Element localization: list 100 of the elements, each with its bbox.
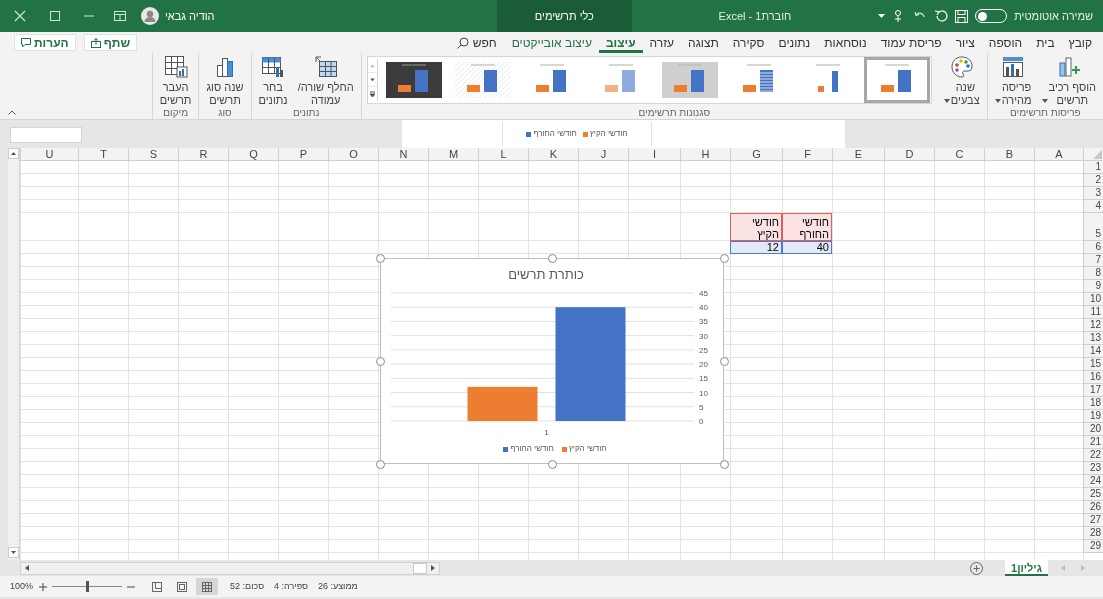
row-header[interactable]: 27	[1083, 514, 1103, 527]
column-header[interactable]: Q	[228, 148, 278, 161]
ribbon-tab[interactable]: עזרה	[642, 32, 682, 53]
row-header[interactable]: 4	[1083, 200, 1103, 213]
ribbon-tab[interactable]: עיצוב אובייקטים	[504, 32, 599, 53]
row-header[interactable]: 22	[1083, 449, 1103, 462]
row-header[interactable]: 20	[1083, 423, 1103, 436]
column-header[interactable]: P	[278, 148, 328, 161]
column-header[interactable]: S	[128, 148, 178, 161]
zoom-slider[interactable]	[52, 581, 123, 592]
column-header[interactable]: H	[680, 148, 730, 161]
column-header[interactable]: N	[378, 148, 428, 161]
resize-handle[interactable]	[719, 459, 729, 469]
avatar-icon[interactable]	[141, 7, 159, 25]
user-name[interactable]: הודיה גבאי	[165, 7, 215, 25]
column-header[interactable]: O	[328, 148, 378, 161]
resize-handle[interactable]	[547, 253, 557, 263]
row-header[interactable]: 5	[1083, 213, 1103, 241]
column-header[interactable]: F	[782, 148, 832, 161]
ribbon-button[interactable]: בחר נתונים	[254, 53, 292, 107]
zoom-slider-thumb[interactable]	[85, 581, 89, 592]
save-icon[interactable]	[955, 9, 969, 23]
share-button[interactable]: שתף	[83, 34, 138, 51]
resize-handle[interactable]	[375, 459, 385, 469]
resize-handle[interactable]	[719, 253, 729, 263]
resize-handle[interactable]	[719, 356, 729, 366]
scroll-left-icon[interactable]	[23, 564, 31, 572]
column-header[interactable]: L	[478, 148, 528, 161]
row-header[interactable]: 12	[1083, 319, 1103, 332]
chart-style-gallery[interactable]	[366, 56, 932, 104]
zoom-level[interactable]: 100%	[10, 579, 34, 594]
close-icon[interactable]	[14, 10, 26, 22]
row-header[interactable]: 23	[1083, 462, 1103, 475]
resize-handle[interactable]	[547, 459, 557, 469]
column-header[interactable]: R	[178, 148, 228, 161]
ribbon-tab[interactable]: הוספה	[981, 32, 1030, 53]
add-sheet-icon[interactable]	[970, 561, 983, 575]
row-header[interactable]: 2	[1083, 174, 1103, 187]
row-header[interactable]: 1	[1083, 161, 1103, 174]
row-header[interactable]: 29	[1083, 540, 1103, 553]
column-header[interactable]: T	[78, 148, 128, 161]
ribbon-button[interactable]: העבר תרשים	[155, 53, 196, 107]
restore-icon[interactable]	[50, 11, 60, 21]
row-header[interactable]: 6	[1083, 241, 1103, 254]
column-header[interactable]: A	[1034, 148, 1083, 161]
scroll-right-icon[interactable]	[429, 564, 437, 572]
row-header[interactable]: 3	[1083, 187, 1103, 200]
row-header[interactable]: 15	[1083, 358, 1103, 371]
ribbon-button[interactable]: הוסף רכיב תרשים	[1037, 53, 1100, 107]
row-header[interactable]: 7	[1083, 254, 1103, 267]
bar[interactable]	[555, 307, 626, 421]
row-header[interactable]: 18	[1083, 397, 1103, 410]
ribbon-button[interactable]: שנה צבעים	[939, 53, 984, 107]
collapse-ribbon-icon[interactable]	[8, 110, 16, 115]
column-header[interactable]: B	[984, 148, 1034, 161]
ribbon-options-icon[interactable]	[114, 11, 126, 21]
column-header[interactable]: J	[578, 148, 628, 161]
ribbon-tab[interactable]: פריסת עמוד	[873, 32, 949, 53]
column-header[interactable]: E	[832, 148, 884, 161]
view-button[interactable]	[196, 578, 219, 595]
resize-handle[interactable]	[375, 356, 385, 366]
column-header[interactable]: D	[884, 148, 934, 161]
resize-handle[interactable]	[375, 253, 385, 263]
row-header[interactable]: 10	[1083, 293, 1103, 306]
vertical-scrollbar[interactable]	[8, 148, 20, 560]
horizontal-scrollbar[interactable]	[20, 561, 440, 575]
row-header[interactable]: 14	[1083, 345, 1103, 358]
row-header[interactable]: 19	[1083, 410, 1103, 423]
row-header[interactable]: 17	[1083, 384, 1103, 397]
ribbon-tab[interactable]: ציור	[948, 32, 982, 53]
ribbon-tab[interactable]: בית	[1029, 32, 1062, 53]
row-header[interactable]: 26	[1083, 501, 1103, 514]
column-header[interactable]: I	[628, 148, 680, 161]
scroll-down-icon[interactable]	[8, 547, 19, 558]
scroll-up-icon[interactable]	[8, 148, 19, 159]
customize-caret-icon[interactable]	[878, 14, 886, 18]
row-header[interactable]: 28	[1083, 527, 1103, 540]
chart-style-option[interactable]	[863, 57, 930, 103]
column-header[interactable]: K	[528, 148, 578, 161]
comments-button[interactable]: הערות	[14, 34, 76, 51]
sheet-tab[interactable]: גיליון1	[1005, 560, 1048, 576]
ribbon-tab[interactable]: קובץ	[1061, 32, 1099, 53]
ribbon-tab[interactable]: תצוגה	[681, 32, 726, 53]
scrollbar-thumb[interactable]	[413, 562, 427, 574]
ribbon-button[interactable]: החלף שורה/ עמודה	[293, 53, 358, 107]
row-header[interactable]: 9	[1083, 280, 1103, 293]
bar[interactable]	[467, 386, 538, 421]
search-button[interactable]: חפש	[448, 33, 505, 52]
column-header[interactable]: U	[20, 148, 78, 161]
row-header[interactable]: 16	[1083, 371, 1103, 384]
row-header[interactable]: 11	[1083, 306, 1103, 319]
row-header[interactable]: 21	[1083, 436, 1103, 449]
row-header[interactable]: 8	[1083, 267, 1103, 280]
zoom-in-icon[interactable]	[39, 582, 48, 591]
redo-icon[interactable]	[934, 10, 949, 22]
ribbon-button[interactable]: שנה סוג תרשים	[202, 53, 248, 107]
row-header[interactable]: 24	[1083, 475, 1103, 488]
column-header[interactable]: G	[730, 148, 782, 161]
row-header[interactable]: 25	[1083, 488, 1103, 501]
ribbon-tab[interactable]: סקירה	[725, 32, 772, 53]
